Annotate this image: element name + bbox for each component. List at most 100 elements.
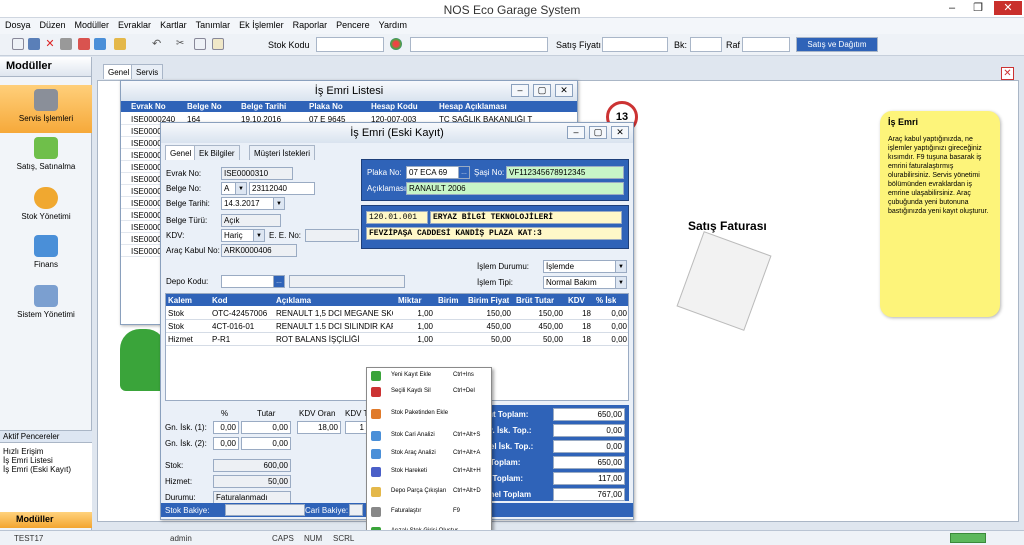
tab-genel[interactable]: Genel — [165, 145, 197, 160]
tab-ek-bilgiler[interactable]: Ek Bilgiler — [194, 145, 240, 160]
folder-icon[interactable] — [114, 38, 126, 50]
context-menu-item[interactable]: Stok Cari Analizi Ctrl+Alt+S — [367, 428, 491, 444]
sidebar-item-finans[interactable]: Finans — [0, 231, 92, 279]
tab-servis[interactable]: Servis — [131, 64, 164, 79]
sidebar-item-servis[interactable]: Servis İşlemleri — [0, 85, 92, 133]
sasi-field[interactable]: VF112345678912345 — [506, 166, 624, 179]
copy-icon[interactable] — [194, 38, 206, 50]
menu-yardim[interactable]: Yardım — [374, 18, 411, 30]
items-col-header[interactable]: Birim — [438, 296, 458, 305]
active-window-item[interactable]: İş Emri Listesi — [0, 456, 92, 465]
table-row[interactable]: Stok 4CT-016-01 RENAULT 1.5 DCI SILINDIR K… — [166, 320, 628, 333]
table-row[interactable]: Stok OTC-42457006 RENAULT 1,5 DCI MEGANE S… — [166, 307, 628, 320]
items-col-header[interactable]: Açıklama — [276, 296, 311, 305]
belge-seri-select[interactable]: A ▼ — [221, 182, 247, 195]
close-icon[interactable]: ✕ — [611, 126, 629, 139]
stok-adi-input[interactable] — [410, 37, 548, 52]
isk2-tutar-field[interactable]: 0,00 — [241, 437, 291, 450]
pdf-icon[interactable] — [78, 38, 90, 50]
isk1-tutar-field[interactable]: 0,00 — [241, 421, 291, 434]
email-icon[interactable] — [94, 38, 106, 50]
menu-tanimlar[interactable]: Tanımlar — [191, 18, 235, 30]
satis-fiyati-input[interactable] — [602, 37, 668, 52]
items-col-header[interactable]: Kod — [212, 296, 228, 305]
list-col-header[interactable]: Hesap Açıklaması — [439, 102, 507, 111]
context-menu-item[interactable]: Seçili Kaydı Sil Ctrl+Del — [367, 384, 491, 400]
table-row[interactable]: Hizmet P-R1 ROT BALANS İŞÇİLİĞİ 1,00 50,00 50… — [166, 333, 628, 346]
color-icon[interactable] — [390, 38, 402, 50]
kdv-select[interactable]: Hariç ▼ — [221, 229, 265, 242]
sidebar-item-satis[interactable]: Satış, Satınalma — [0, 133, 92, 181]
menu-pencere[interactable]: Pencere — [331, 18, 374, 30]
list-col-header[interactable]: Belge No — [187, 102, 222, 111]
hesap-adi-field[interactable]: ERYAZ BİLGİ TEKNOLOJİLERİ — [430, 211, 622, 224]
satis-dagitim-select[interactable]: Satış ve Dağıtım — [796, 37, 878, 52]
sidebar-item-sistem[interactable]: Sistem Yönetimi — [0, 281, 92, 329]
list-col-header[interactable]: Plaka No — [309, 102, 343, 111]
isk2-pct-field[interactable]: 0,00 — [213, 437, 239, 450]
close-icon[interactable]: ✕ — [555, 84, 573, 97]
context-menu-item[interactable]: Depo Parça Çıkışları Ctrl+Alt+D — [367, 484, 491, 500]
items-col-header[interactable]: Miktar — [398, 296, 422, 305]
cut-icon[interactable]: ✂ — [176, 38, 188, 50]
menu-raporlar[interactable]: Raporlar — [288, 18, 332, 30]
list-col-header[interactable]: Belge Tarihi — [241, 102, 286, 111]
items-col-header[interactable]: KDV — [568, 296, 585, 305]
undo-icon[interactable]: ↶ — [152, 38, 164, 50]
depo-kodu-field[interactable]: … — [221, 275, 285, 288]
belge-turu-field[interactable]: Açık — [221, 214, 281, 227]
menu-moduller[interactable]: Modüller — [70, 18, 114, 30]
isk1-pct-field[interactable]: 0,00 — [213, 421, 239, 434]
save-icon[interactable] — [28, 38, 40, 50]
paste-icon[interactable] — [212, 38, 224, 50]
list-col-header[interactable]: Hesap Kodu — [371, 102, 418, 111]
sidebar-item-stok[interactable]: Stok Yönetimi — [0, 183, 92, 231]
context-menu-item[interactable]: Yeni Kayıt Ekle Ctrl+Ins — [367, 368, 491, 384]
tab-musteri-istekleri[interactable]: Müşteri İstekleri — [249, 145, 316, 160]
active-window-item[interactable]: Hızlı Erişim — [0, 447, 92, 456]
moduller-button[interactable]: Modüller — [0, 512, 92, 528]
context-menu-item[interactable]: Faturalaştır F9 — [367, 504, 491, 520]
aciklama-field[interactable]: RANAULT 2006 — [406, 182, 624, 195]
kdv-oran-field[interactable]: 18,00 — [297, 421, 341, 434]
maximize-icon[interactable]: ▢ — [589, 126, 607, 139]
minimize-icon[interactable]: – — [940, 1, 964, 15]
minimize-icon[interactable]: – — [511, 84, 529, 97]
menu-duzen[interactable]: Düzen — [35, 18, 70, 30]
context-menu-item[interactable]: Stok Araç Analizi Ctrl+Alt+A — [367, 446, 491, 462]
bk-input[interactable] — [690, 37, 722, 52]
evrak-no-field[interactable]: ISE0000310 — [221, 167, 293, 180]
menu-kartlar[interactable]: Kartlar — [155, 18, 191, 30]
belge-tarihi-field[interactable]: 14.3.2017 ▼ — [221, 197, 285, 210]
menu-evraklar[interactable]: Evraklar — [113, 18, 155, 30]
delete-icon[interactable]: ✕ — [44, 38, 56, 50]
close-workspace-icon[interactable]: ✕ — [1001, 67, 1014, 80]
active-window-item[interactable]: İş Emri (Eski Kayıt) — [0, 465, 92, 474]
hesap-kodu-field[interactable]: 120.01.001 — [366, 211, 428, 224]
lookup-icon[interactable]: … — [458, 167, 469, 178]
maximize-icon[interactable]: ▢ — [533, 84, 551, 97]
ee-no-field[interactable] — [305, 229, 359, 242]
menu-ek-islemler[interactable]: Ek İşlemler — [234, 18, 288, 30]
close-icon[interactable]: ✕ — [994, 1, 1022, 15]
list-col-header[interactable]: Evrak No — [131, 102, 166, 111]
islem-tipi-select[interactable]: Normal Bakım ▼ — [543, 276, 627, 289]
lookup-icon[interactable]: … — [273, 276, 284, 287]
adres-field[interactable]: FEVZİPAŞA CADDESİ KANDİŞ PLAZA KAT:3 — [366, 227, 622, 240]
arac-kabul-field[interactable]: ARK0000406 — [221, 244, 297, 257]
menu-dosya[interactable]: Dosya — [0, 18, 35, 30]
minimize-icon[interactable]: – — [567, 126, 585, 139]
belge-no-field[interactable]: 23112040 — [249, 182, 315, 195]
items-col-header[interactable]: % İsk — [596, 296, 616, 305]
kdv-tutar-field[interactable]: 1 — [345, 421, 367, 434]
items-col-header[interactable]: Brüt Tutar — [516, 296, 554, 305]
raf-input[interactable] — [742, 37, 790, 52]
tab-genel[interactable]: Genel — [103, 64, 135, 79]
restore-icon[interactable]: ❐ — [966, 1, 990, 15]
islem-durumu-select[interactable]: İşlemde ▼ — [543, 260, 627, 273]
invoice-icon[interactable] — [676, 231, 772, 331]
plaka-field[interactable]: 07 ECA 69… — [406, 166, 470, 179]
new-icon[interactable] — [12, 38, 24, 50]
items-col-header[interactable]: Birim Fiyat — [468, 296, 509, 305]
items-col-header[interactable]: Kalem — [168, 296, 192, 305]
